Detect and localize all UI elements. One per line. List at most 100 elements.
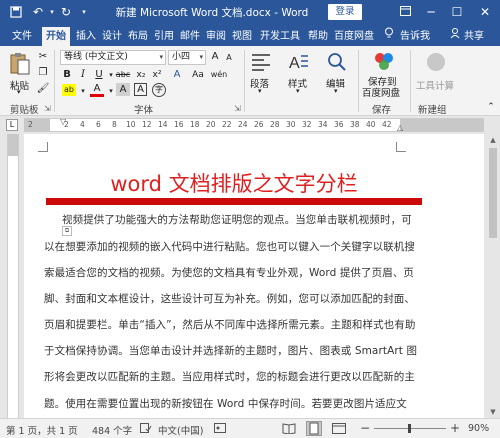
zoom-slider-knob[interactable] — [408, 424, 411, 433]
minimize-button[interactable]: ─ — [418, 0, 444, 24]
font-name-combo[interactable]: 等线 (中文正文) ▾ — [60, 50, 166, 65]
scroll-down-icon[interactable]: ▼ — [486, 406, 500, 418]
ruler-number: 6 — [96, 120, 101, 129]
superscript-button[interactable]: x² — [150, 68, 164, 82]
close-button[interactable]: ✕ — [472, 0, 498, 24]
tool-calc-label: 工具计算 — [416, 81, 455, 92]
grow-font-icon[interactable]: A — [208, 50, 222, 64]
editing-button[interactable]: 编辑 ▾ — [324, 50, 350, 98]
italic-button[interactable]: I — [76, 68, 90, 82]
calculator-icon — [427, 53, 445, 71]
tool-calc-button[interactable]: 工具计算 — [414, 50, 458, 98]
word-count[interactable]: 484 个字 — [92, 423, 132, 437]
save-icon[interactable] — [8, 3, 24, 21]
cut-icon[interactable]: ✂ — [36, 50, 50, 64]
styles-dropdown-icon: ▾ — [296, 87, 300, 95]
horizontal-ruler-row: L 2 2 4 6 8 10 12 14 16 18 20 22 24 26 2… — [0, 116, 500, 134]
share-button[interactable]: 共享 — [460, 27, 488, 46]
page-count[interactable]: 第 1 页，共 1 页 — [6, 423, 78, 437]
vertical-scrollbar[interactable]: ▲ ▼ — [486, 134, 500, 418]
paragraph-dropdown-icon: ▾ — [258, 87, 262, 95]
zoom-level[interactable]: 90% — [468, 423, 489, 434]
highlight-button[interactable]: ab — [62, 84, 76, 96]
web-layout-icon[interactable] — [332, 423, 346, 437]
character-shading-button[interactable]: A — [116, 83, 130, 96]
phonetic-guide-button[interactable]: wén — [210, 68, 228, 82]
paragraph-line[interactable]: 脚、封面和文本框设计，这些设计可互为补充。例如，您可以添加匹配的封面、 — [44, 291, 422, 306]
change-case-button[interactable]: Aa — [190, 68, 206, 82]
vertical-ruler[interactable] — [0, 134, 22, 418]
tab-selector[interactable]: L — [6, 119, 18, 131]
ruler-number: 16 — [174, 120, 184, 129]
character-border-button[interactable]: A — [134, 83, 147, 96]
subscript-button[interactable]: x₂ — [134, 68, 148, 82]
shrink-font-icon[interactable]: A — [222, 51, 236, 65]
red-divider-bar — [46, 198, 422, 205]
ribbon-display-icon[interactable] — [392, 0, 418, 24]
bold-button[interactable]: B — [60, 68, 74, 82]
tab-review[interactable]: 审阅 — [202, 27, 230, 46]
collapse-ribbon-icon[interactable]: ⌃ — [484, 100, 498, 114]
maximize-button[interactable]: ☐ — [444, 0, 470, 24]
tell-me-search[interactable]: 告诉我 — [396, 27, 434, 46]
tab-view[interactable]: 视图 — [228, 27, 256, 46]
login-button[interactable]: 登录 — [328, 4, 362, 20]
font-launcher-icon[interactable]: ⇲ — [234, 104, 241, 113]
window-title: 新建 Microsoft Word 文档.docx - Word — [115, 7, 309, 19]
first-line-indent-marker[interactable]: ▽ — [60, 117, 66, 126]
tab-layout[interactable]: 布局 — [124, 27, 152, 46]
tab-design[interactable]: 设计 — [98, 27, 126, 46]
proofing-icon[interactable] — [140, 423, 152, 436]
tab-file[interactable]: 文件 — [8, 27, 36, 46]
paragraph-line[interactable]: 索最适合您的文档的视频。为使您的文档具有专业外观，Word 提供了页眉、页 — [44, 265, 422, 280]
read-mode-icon[interactable] — [282, 423, 296, 437]
enclose-characters-button[interactable]: 字 — [152, 83, 166, 97]
horizontal-ruler[interactable]: 2 2 4 6 8 10 12 14 16 18 20 22 24 26 28 … — [24, 117, 484, 132]
ruler-number: 34 — [318, 120, 328, 129]
tab-insert[interactable]: 插入 — [72, 27, 100, 46]
customize-toolbar-icon[interactable]: ▾ — [76, 3, 92, 21]
paste-button[interactable]: 粘贴 ▾ — [6, 50, 34, 96]
ruler-number: 30 — [286, 120, 296, 129]
right-indent-marker[interactable]: △ — [397, 123, 403, 132]
scroll-thumb[interactable] — [489, 148, 497, 238]
scroll-up-icon[interactable]: ▲ — [486, 134, 500, 146]
paste-dropdown-icon: ▾ — [17, 88, 21, 96]
strikethrough-button[interactable]: abc — [114, 68, 132, 82]
styles-button[interactable]: A 样式 ▾ — [286, 50, 312, 98]
paragraph-line[interactable]: 页眉和提要栏。单击“插入”，然后从不同库中选择所需元素。主题和样式也有助 — [44, 317, 422, 332]
document-heading[interactable]: word 文档排版之文字分栏 — [24, 168, 444, 198]
paragraph-line[interactable]: 视频提供了功能强大的方法帮助您证明您的观点。当您单击联机视频时，可 — [44, 212, 422, 227]
copy-icon[interactable]: ❐ — [36, 66, 50, 80]
ruler-number: 26 — [254, 120, 264, 129]
paragraph-line[interactable]: 以在想要添加的视频的嵌入代码中进行粘贴。您也可以键入一个关键字以联机搜 — [44, 239, 422, 254]
redo-icon[interactable]: ↻ — [58, 3, 74, 21]
clipboard-launcher-icon[interactable]: ⇲ — [44, 104, 51, 113]
tab-mailings[interactable]: 邮件 — [176, 27, 204, 46]
tab-help[interactable]: 帮助 — [304, 27, 332, 46]
save-to-netdisk-button[interactable]: 保存到 百度网盘 — [362, 50, 406, 99]
zoom-in-button[interactable]: + — [450, 421, 460, 435]
ruler-number: 42 — [382, 120, 392, 129]
font-size-combo[interactable]: 小四 ▾ — [168, 50, 206, 65]
print-layout-icon[interactable] — [306, 421, 322, 436]
paragraph-line[interactable]: 于文档保持协调。当您单击设计并选择新的主题时，图片、图表或 SmartArt 图 — [44, 343, 422, 358]
language-status[interactable]: 中文(中国) — [158, 423, 203, 437]
paste-icon — [10, 53, 30, 75]
crop-mark — [396, 142, 406, 152]
font-color-button[interactable]: A — [90, 82, 104, 97]
highlight-dropdown-icon[interactable]: ▾ — [76, 84, 90, 98]
paragraph-button[interactable]: 段落 ▾ — [248, 50, 274, 98]
format-painter-icon[interactable]: 🖌 — [36, 82, 50, 96]
paragraph-line[interactable]: 题。使用在需要位置出现的新按钮在 Word 中保存时间。若要更改图片适应文 — [44, 396, 422, 411]
macro-icon[interactable] — [214, 423, 226, 436]
text-effects-icon[interactable]: A — [170, 68, 184, 82]
tab-developer[interactable]: 开发工具 — [256, 27, 304, 46]
paragraph-line[interactable]: 形将会更改以匹配新的主题。当应用样式时，您的标题会进行更改以匹配新的主 — [44, 369, 422, 384]
document-page[interactable]: word 文档排版之文字分栏 视频提供了功能强大的方法帮助您证明您的观点。当您单… — [24, 134, 484, 418]
tab-home[interactable]: 开始 — [42, 27, 70, 46]
tab-references[interactable]: 引用 — [150, 27, 178, 46]
paste-options-icon[interactable]: ⧉ — [62, 226, 72, 236]
zoom-out-button[interactable]: − — [360, 421, 370, 435]
tab-baidu-netdisk[interactable]: 百度网盘 — [330, 27, 378, 46]
